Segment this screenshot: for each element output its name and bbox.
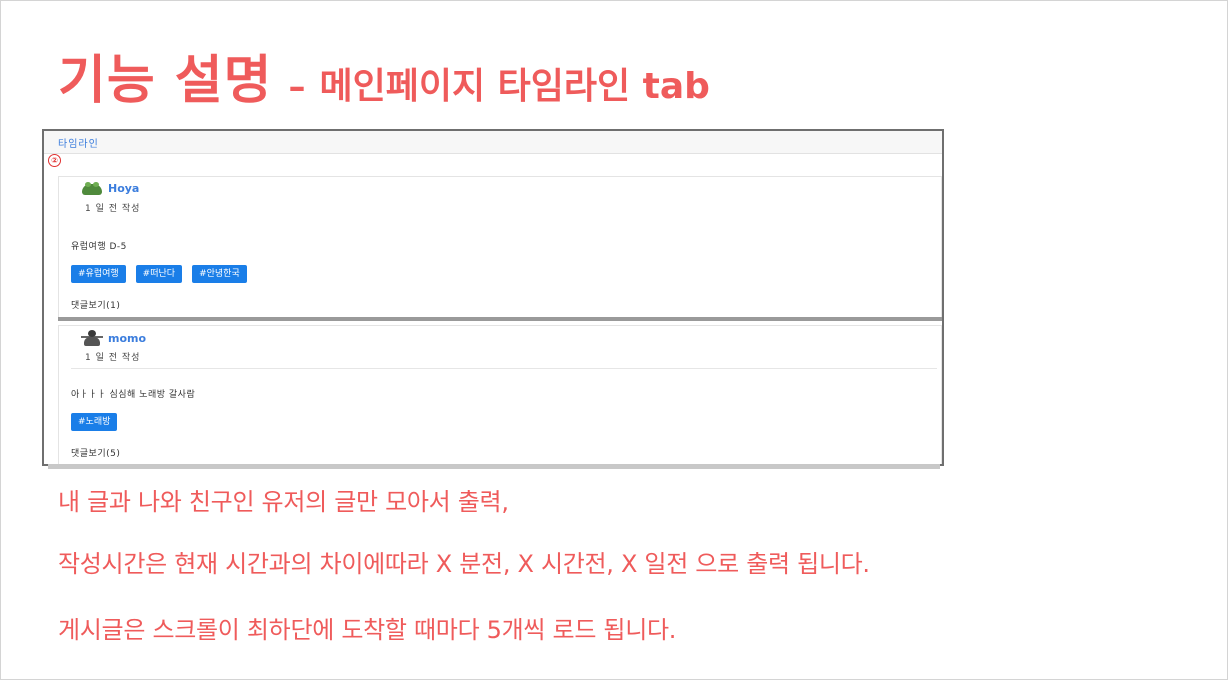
description-line: 내 글과 나와 친구인 유저의 글만 모아서 출력,	[58, 488, 509, 516]
post-card: momo 1 일 전 작성 아ㅏㅏㅏ 심심해 노래방 갈사람 #노래방 댓글보기…	[58, 325, 942, 464]
username-link[interactable]: Hoya	[108, 182, 139, 195]
post-card: Hoya 1 일 전 작성 유럽여행 D-5 #유럽여행 #떠난다 #안녕한국 …	[58, 176, 942, 319]
tag-button[interactable]: #안녕한국	[192, 265, 247, 283]
post-content: 아ㅏㅏㅏ 심심해 노래방 갈사람	[71, 390, 196, 400]
title-dash: –	[288, 67, 306, 107]
slide-title: 기능 설명 – 메인페이지 타임라인 tab	[58, 38, 710, 113]
post-author: momo	[81, 330, 146, 346]
tag-button[interactable]: #유럽여행	[71, 265, 126, 283]
tag-button[interactable]: #떠난다	[135, 265, 183, 283]
post-content: 유럽여행 D-5	[71, 242, 127, 252]
description-line: 게시글은 스크롤이 최하단에 도착할 때마다 5개씩 로드 됩니다.	[58, 616, 677, 644]
post-time: 1 일 전 작성	[85, 353, 141, 363]
tag-list: #노래방	[71, 413, 118, 431]
tab-timeline[interactable]: 타임라인	[58, 135, 99, 150]
post-time: 1 일 전 작성	[85, 204, 141, 214]
description-line: 작성시간은 현재 시간과의 차이에따라 X 분전, X 시간전, X 일전 으로…	[58, 550, 870, 578]
timeline-screenshot: 타임라인 ② Hoya 1 일 전 작성 유럽여행 D-5 #유럽여행 #떠난다…	[42, 129, 944, 466]
tag-list: #유럽여행 #떠난다 #안녕한국	[71, 265, 247, 283]
card-shadow	[58, 317, 942, 321]
view-comments-link[interactable]: 댓글보기(5)	[71, 446, 120, 459]
tab-bar	[44, 131, 942, 154]
tag-button[interactable]: #노래방	[71, 413, 118, 431]
post-author: Hoya	[81, 181, 139, 196]
screenshot-shadow	[48, 464, 940, 469]
divider	[71, 368, 937, 369]
view-comments-link[interactable]: 댓글보기(1)	[71, 298, 120, 311]
person-avatar-icon	[81, 330, 103, 346]
username-link[interactable]: momo	[108, 332, 146, 345]
title-main: 기능 설명	[58, 51, 273, 111]
title-sub: 메인페이지 타임라인 tab	[319, 66, 710, 107]
frog-avatar-icon	[81, 181, 103, 196]
annotation-marker: ②	[48, 154, 61, 167]
